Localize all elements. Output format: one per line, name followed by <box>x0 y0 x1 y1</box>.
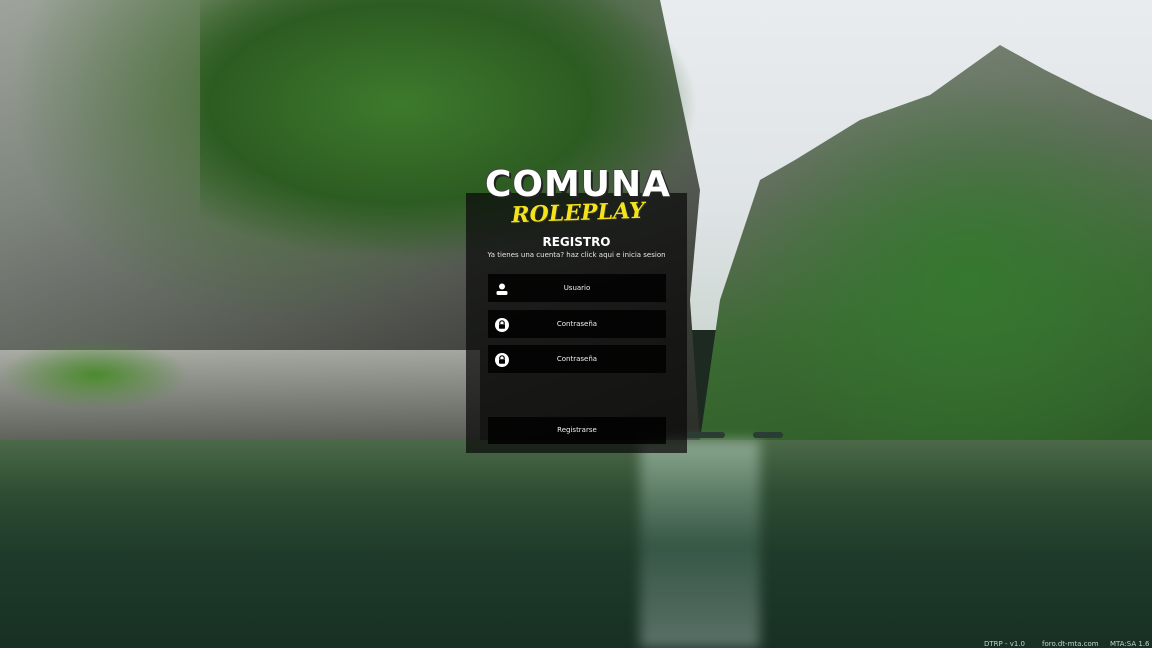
form-title: REGISTRO <box>542 235 611 249</box>
water-reflection <box>640 440 760 648</box>
river-water <box>0 440 1152 648</box>
password-field[interactable]: Contraseña <box>488 310 666 338</box>
boat <box>685 432 725 438</box>
confirm-password-field[interactable]: Contraseña <box>488 345 666 373</box>
mta-version: MTA:SA 1.6 <box>1110 640 1150 648</box>
forum-link: foro.dt-mta.com <box>1042 640 1099 648</box>
password-label: Contraseña <box>556 320 598 328</box>
moss <box>0 340 190 410</box>
boat <box>753 432 783 438</box>
confirm-password-label: Contraseña <box>556 355 598 363</box>
username-label: Usuario <box>563 284 591 292</box>
boats <box>685 418 795 440</box>
login-link[interactable]: Ya tienes una cuenta? haz click aqui e i… <box>466 251 687 259</box>
logo: COMUNA ROLEPLAY <box>478 165 678 235</box>
version-text: DTRP - v1.0 <box>984 640 1026 648</box>
register-button[interactable]: Registrarse <box>488 417 666 444</box>
username-field[interactable]: Usuario <box>488 274 666 302</box>
